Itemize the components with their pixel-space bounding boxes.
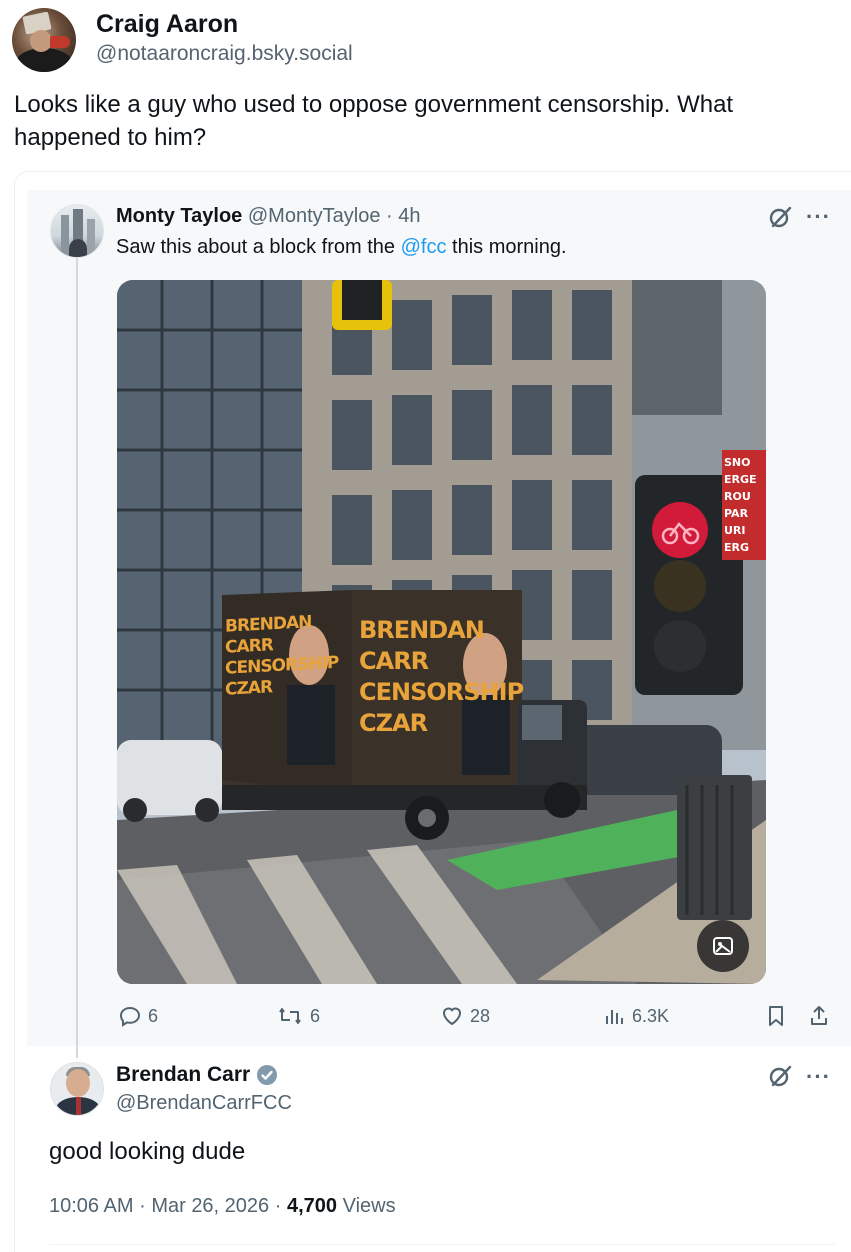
reply-button[interactable]: 6 [118,1004,158,1028]
truck-sign-left-line: CENSORSHIP [225,652,339,679]
truck-sign-right-line: CENSORSHIP [359,678,524,706]
reply-text: good looking dude [49,1138,246,1165]
street-sign-line: SNO [724,456,751,469]
author-name[interactable]: Craig Aaron [96,10,238,39]
street-sign: SNO ERGE ROU PAR URI ERG [724,454,764,556]
share-icon[interactable] [808,1004,830,1028]
views-count: 6.3K [632,1005,670,1026]
meta-separator: · [274,1195,282,1217]
more-icon[interactable]: ··· [806,206,831,228]
heart-icon [442,1007,462,1026]
reply-author-avatar[interactable] [50,1062,104,1116]
bookmark-icon[interactable] [765,1004,787,1028]
like-button[interactable]: 28 [440,1004,490,1028]
truck-sign-left: BRENDAN CARR CENSORSHIP CZAR [225,612,339,700]
reply-author-name-row[interactable]: Brendan Carr [116,1063,278,1087]
meta-separator: · [386,205,393,227]
street-sign-line: ERG [724,541,750,554]
street-sign-line: PAR [724,507,749,520]
image-alt-icon[interactable] [697,920,749,972]
reply-icon [119,1006,141,1027]
truck-sign-left-line: CZAR [225,677,273,700]
truck-sign-right-line: BRENDAN [359,616,485,644]
more-icon[interactable]: ··· [806,1066,831,1088]
views-button[interactable]: 6.3K [604,1004,669,1028]
reply-author-name[interactable]: Brendan Carr [116,1063,250,1087]
reply-author-handle[interactable]: @BrendanCarrFCC [116,1092,292,1115]
truck-sign-left-line: BRENDAN [225,612,312,637]
author-handle[interactable]: @notaaroncraig.bsky.social [96,42,353,66]
quoted-tweet-text: Saw this about a block from the @fcc thi… [116,236,567,259]
truck-sign-right-line: CZAR [359,709,428,737]
grok-icon[interactable] [768,204,794,235]
views-icon [606,1010,623,1024]
reply-views-label: Views [342,1195,396,1217]
street-sign-line: ROU [724,490,751,503]
tweet-text-start: Saw this about a block from the [116,236,401,258]
reply-timestamp[interactable]: 10:06 AM · Mar 26, 2026 · 4,700 Views [49,1195,396,1218]
quoted-author-name[interactable]: Monty Tayloe [116,205,242,227]
reply-time[interactable]: 10:06 AM [49,1195,134,1217]
quoted-tweet-header: Monty Tayloe @MontyTayloe · 4h [116,205,421,228]
quoted-author-avatar[interactable] [50,204,104,258]
reply-date[interactable]: Mar 26, 2026 [151,1195,269,1217]
thread-line [76,258,78,1058]
tweet-age[interactable]: 4h [398,205,420,227]
meta-separator: · [139,1195,146,1217]
grok-icon[interactable] [768,1063,794,1094]
like-count: 28 [470,1005,491,1026]
tweet-text-end: this morning. [446,236,567,258]
truck-sign-right-line: CARR [359,647,429,675]
post-text: Looks like a guy who used to oppose gove… [14,91,734,151]
author-avatar[interactable] [12,8,76,72]
quoted-author-handle[interactable]: @MontyTayloe [248,205,381,227]
repost-button[interactable]: 6 [276,1004,320,1028]
repost-icon [279,1008,301,1024]
divider [49,1244,835,1245]
reply-count: 6 [148,1005,159,1026]
street-sign-line: ERGE [724,473,757,486]
street-sign-line: URI [724,524,746,537]
tweet-photo[interactable]: BRENDAN CARR CENSORSHIP CZAR BRENDAN CAR… [117,280,766,984]
reply-views-count: 4,700 [286,1195,338,1217]
fcc-mention-link[interactable]: @fcc [401,236,447,258]
repost-count: 6 [310,1005,321,1026]
truck-sign-right: BRENDAN CARR CENSORSHIP CZAR [359,615,524,739]
verified-badge-icon [257,1065,278,1085]
